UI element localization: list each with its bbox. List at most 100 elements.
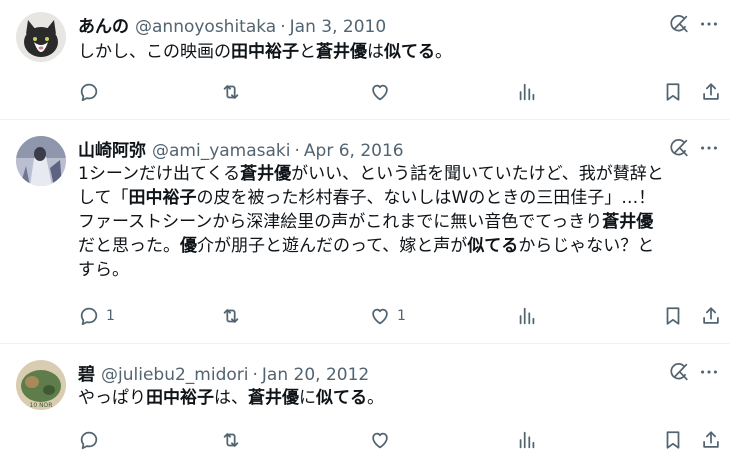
views-button[interactable] — [516, 304, 538, 328]
grok-icon[interactable] — [668, 361, 690, 383]
share-button[interactable] — [700, 304, 722, 328]
text-segment: 介が朋子と遊んだのって、嫁と声が — [197, 236, 468, 256]
views-icon — [516, 305, 538, 327]
highlighted-term: 蒼井優 — [248, 388, 299, 408]
tweet-date[interactable]: Apr 6, 2016 — [304, 141, 404, 161]
highlighted-term: 田中裕子 — [231, 42, 299, 62]
text-segment: だと思った。 — [78, 236, 180, 256]
reply-button[interactable]: 1 — [78, 304, 115, 328]
reply-count: 1 — [106, 308, 115, 324]
reply-button[interactable] — [78, 428, 106, 452]
user-handle[interactable]: @ami_yamasaki — [152, 141, 291, 161]
views-button[interactable] — [516, 80, 538, 104]
text-segment: がいい、という話を聞いていたけど、我が賛辞と — [291, 164, 664, 184]
avatar-text: 10 NOR — [30, 402, 53, 409]
text-segment: 1シーンだけ出てくる — [78, 164, 241, 184]
avatar[interactable] — [16, 136, 66, 186]
reply-icon — [78, 81, 100, 103]
share-icon — [700, 305, 722, 327]
separator-dot: · — [294, 141, 300, 161]
user-handle[interactable]: @juliebu2_midori — [101, 365, 248, 385]
text-segment: は、 — [214, 388, 248, 408]
tweet-actions — [78, 428, 724, 452]
user-name[interactable]: あんの — [78, 17, 129, 37]
text-segment: すら。 — [78, 260, 129, 280]
share-button[interactable] — [700, 428, 722, 452]
highlighted-term: 優 — [180, 236, 197, 256]
user-name[interactable]: 山崎阿弥 — [78, 141, 146, 161]
share-icon — [700, 81, 722, 103]
bookmark-icon — [662, 81, 684, 103]
highlighted-term: 似てる — [316, 388, 367, 408]
views-button[interactable] — [516, 428, 538, 452]
like-button[interactable]: 1 — [369, 304, 406, 328]
like-icon — [369, 81, 391, 103]
reply-button[interactable] — [78, 80, 106, 104]
bookmark-button[interactable] — [662, 428, 684, 452]
bookmark-icon — [662, 429, 684, 451]
repost-icon — [220, 429, 242, 451]
like-icon — [369, 429, 391, 451]
tweet-header: 山崎阿弥 @ami_yamasaki · Apr 6, 2016 — [78, 136, 650, 161]
bookmark-button[interactable] — [662, 80, 684, 104]
separator-dot: · — [252, 365, 258, 385]
text-segment: に — [299, 388, 316, 408]
tweet-text: しかし、この映画の田中裕子と蒼井優は似てる。 — [78, 40, 718, 64]
like-count: 1 — [397, 308, 406, 324]
more-icon[interactable] — [698, 361, 720, 383]
tweet-date[interactable]: Jan 3, 2010 — [290, 17, 387, 37]
grok-icon[interactable] — [668, 137, 690, 159]
tweet[interactable]: 山崎阿弥 @ami_yamasaki · Apr 6, 2016 1シーンだけ出てくる… — [0, 120, 730, 344]
highlighted-term: 似てる — [467, 236, 519, 256]
tweet-text: やっぱり田中裕子は、蒼井優に似てる。 — [78, 386, 718, 410]
views-icon — [516, 81, 538, 103]
views-icon — [516, 429, 538, 451]
tweet-header: 碧 @juliebu2_midori · Jan 20, 2012 — [78, 360, 650, 385]
highlighted-term: 田中裕子 — [146, 388, 214, 408]
text-segment: からじゃない？と — [518, 236, 655, 256]
tweet-text: 1シーンだけ出てくる蒼井優がいい、という話を聞いていたけど、我が賛辞と して「田中… — [78, 162, 718, 282]
separator-dot: · — [280, 17, 286, 37]
tweet-date[interactable]: Jan 20, 2012 — [262, 365, 369, 385]
tweet[interactable]: 10 NOR 碧 @juliebu2_midori · Jan 20, 2012 やっ… — [0, 344, 730, 453]
avatar[interactable] — [16, 12, 66, 62]
share-icon — [700, 429, 722, 451]
user-handle[interactable]: @annoyoshitaka — [135, 17, 276, 37]
text-segment: して「 — [78, 188, 129, 208]
repost-icon — [220, 81, 242, 103]
bookmark-button[interactable] — [662, 304, 684, 328]
repost-icon — [220, 305, 242, 327]
share-button[interactable] — [700, 80, 722, 104]
reply-icon — [78, 305, 100, 327]
user-name[interactable]: 碧 — [78, 365, 95, 385]
highlighted-term: 蒼井優 — [240, 164, 292, 184]
like-button[interactable] — [369, 428, 397, 452]
highlighted-term: 田中裕子 — [128, 188, 197, 208]
tweet[interactable]: あんの @annoyoshitaka · Jan 3, 2010 しかし、この映画の田… — [0, 0, 730, 120]
text-segment: と — [299, 42, 316, 62]
tweet-actions: 1 1 — [78, 304, 724, 328]
avatar[interactable]: 10 NOR — [16, 360, 66, 410]
repost-button[interactable] — [220, 304, 242, 328]
text-segment: は — [367, 42, 384, 62]
text-segment: 。 — [367, 388, 384, 408]
reply-icon — [78, 429, 100, 451]
highlighted-term: 蒼井優 — [602, 212, 654, 232]
text-segment: やっぱり — [78, 388, 146, 408]
repost-button[interactable] — [220, 80, 242, 104]
tweet-header: あんの @annoyoshitaka · Jan 3, 2010 — [78, 12, 650, 37]
text-segment: しかし、この映画の — [78, 42, 231, 62]
repost-button[interactable] — [220, 428, 242, 452]
grok-icon[interactable] — [668, 13, 690, 35]
text-segment: の皮を被った杉村春子、ないしはWのときの三田佳子」…！ — [196, 188, 656, 208]
bookmark-icon — [662, 305, 684, 327]
like-button[interactable] — [369, 80, 397, 104]
more-icon[interactable] — [698, 137, 720, 159]
more-icon[interactable] — [698, 13, 720, 35]
highlighted-term: 似てる — [384, 42, 435, 62]
tweet-actions — [78, 80, 724, 104]
like-icon — [369, 305, 391, 327]
text-segment: ファーストシーンから深津絵里の声がこれまでに無い音色でてっきり — [78, 212, 603, 232]
text-segment: 。 — [435, 42, 452, 62]
highlighted-term: 蒼井優 — [316, 42, 367, 62]
